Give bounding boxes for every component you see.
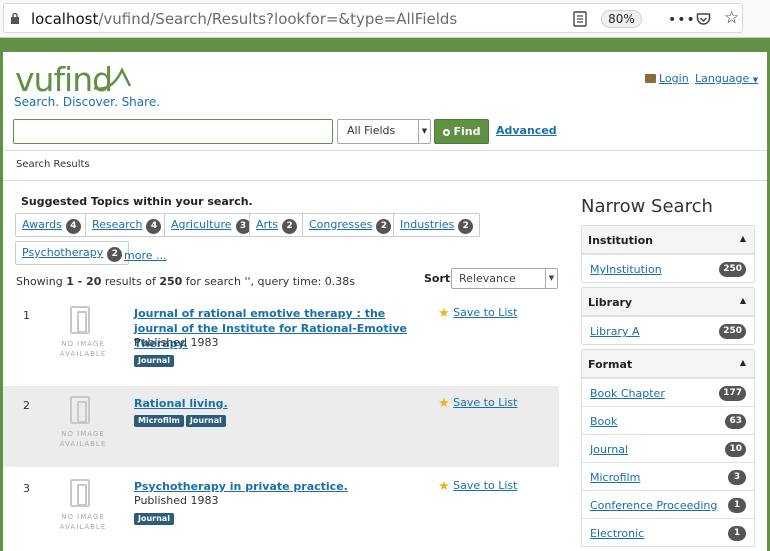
document-icon [70, 479, 90, 507]
sort-select[interactable]: Relevance ▼ [451, 268, 558, 289]
result-title-link[interactable]: Rational living. [134, 396, 414, 411]
result-published: Published 1983 [134, 336, 219, 349]
save-to-list-button[interactable]: ★ Save to List [438, 479, 517, 494]
caret-up-icon: ▲ [739, 358, 746, 367]
facet-item[interactable]: Electronic 1 [582, 518, 754, 546]
caret-up-icon: ▲ [739, 234, 746, 243]
breadcrumb-current: Search Results [16, 159, 90, 170]
result-number: 3 [23, 482, 30, 495]
facet-item[interactable]: Library A 250 [582, 316, 754, 344]
format-tag: Journal [185, 415, 226, 427]
search-type-select[interactable]: All Fields ▼ [337, 119, 431, 144]
address-bar[interactable]: localhost/vufind/Search/Results?lookfor=… [3, 3, 743, 33]
login-icon [645, 74, 656, 83]
format-tags: Journal [134, 511, 176, 525]
caret-up-icon: ▲ [739, 296, 746, 305]
facet-item[interactable]: MyInstitution 250 [582, 254, 754, 282]
reader-view-icon[interactable] [573, 11, 587, 27]
format-tag: Journal [134, 513, 174, 525]
page-info-icon[interactable] [10, 13, 20, 24]
result-number: 2 [23, 399, 30, 412]
facet-item[interactable]: Journal 10 [582, 434, 754, 462]
url-text[interactable]: localhost/vufind/Search/Results?lookfor=… [31, 10, 457, 28]
star-icon: ★ [438, 306, 450, 321]
facet-institution: Institution ▲ MyInstitution 250 [581, 225, 755, 283]
star-icon: ★ [438, 396, 450, 411]
result-title-link[interactable]: Psychotherapy in private practice. [134, 479, 414, 494]
result-row: 3 NO IMAGE AVAILABLE Psychotherapy in pr… [3, 469, 559, 551]
suggested-topics-title: Suggested Topics within your search. [21, 195, 253, 208]
topic-industries[interactable]: Industries 2 [393, 213, 481, 237]
result-row: 1 NO IMAGE AVAILABLE Journal of rational… [3, 296, 559, 384]
topic-awards[interactable]: Awards 4 [15, 213, 88, 237]
format-tag: Journal [134, 355, 174, 367]
chevron-down-icon: ▼ [545, 269, 557, 288]
search-icon [442, 129, 450, 136]
sort-label: Sort [424, 272, 451, 285]
language-dropdown[interactable]: Language ▼ [695, 72, 758, 85]
page-actions-icon[interactable]: ••• [668, 12, 696, 28]
no-image-thumbnail[interactable]: NO IMAGE AVAILABLE [58, 479, 106, 535]
logo-swoosh-icon [93, 67, 132, 90]
breadcrumb: Search Results [3, 150, 767, 181]
facet-item[interactable]: Conference Proceeding 1 [582, 490, 754, 518]
save-to-list-button[interactable]: ★ Save to List [438, 396, 517, 411]
topic-agriculture[interactable]: Agriculture 3 [164, 213, 258, 237]
format-tag: Microfilm [134, 415, 184, 427]
facet-header[interactable]: Institution ▲ [582, 226, 754, 254]
login-link[interactable]: Login [645, 72, 689, 85]
facet-format: Format ▲ Book Chapter 177 Book 63 Journal 10… [581, 349, 755, 547]
facet-header[interactable]: Format ▲ [582, 350, 754, 378]
result-published: Published 1983 [134, 494, 219, 507]
vufind-page: vufind Search. Discover. Share. Login La… [3, 52, 767, 551]
facet-item[interactable]: Book Chapter 177 [582, 378, 754, 406]
no-image-thumbnail[interactable]: NO IMAGE AVAILABLE [58, 396, 106, 452]
facet-header[interactable]: Library ▲ [582, 288, 754, 316]
topic-congresses[interactable]: Congresses 2 [302, 213, 399, 237]
document-icon [70, 396, 90, 424]
tagline: Search. Discover. Share. [14, 95, 161, 109]
facet-item[interactable]: Microfilm 3 [582, 462, 754, 490]
format-tags: Microfilm Journal [134, 413, 228, 427]
chevron-down-icon: ▼ [418, 120, 430, 143]
no-image-thumbnail[interactable]: NO IMAGE AVAILABLE [58, 306, 106, 362]
zoom-level[interactable]: 80% [601, 10, 642, 28]
facet-library: Library ▲ Library A 250 [581, 287, 755, 345]
pocket-icon[interactable] [696, 12, 711, 27]
format-tags: Journal [134, 353, 176, 367]
topic-psychotherapy[interactable]: Psychotherapy 2 [15, 241, 130, 265]
narrow-search-title: Narrow Search [581, 196, 713, 217]
search-input[interactable] [13, 119, 333, 144]
more-topics-link[interactable]: more ... [124, 249, 166, 262]
topic-arts[interactable]: Arts 2 [249, 213, 305, 237]
document-icon [70, 306, 90, 334]
browser-toolbar: localhost/vufind/Search/Results?lookfor=… [0, 0, 770, 38]
save-to-list-button[interactable]: ★ Save to List [438, 306, 517, 321]
result-row: 2 NO IMAGE AVAILABLE Rational living. Mi… [3, 386, 559, 467]
star-icon: ★ [438, 479, 450, 494]
advanced-search-link[interactable]: Advanced [496, 124, 557, 137]
bookmark-star-icon[interactable]: ☆ [724, 10, 739, 27]
facet-item[interactable]: Book 63 [582, 406, 754, 434]
find-button[interactable]: Find [434, 119, 489, 144]
results-summary: Showing 1 - 20 results of 250 for search… [16, 275, 356, 288]
result-number: 1 [23, 309, 30, 322]
topic-research[interactable]: Research 4 [85, 213, 169, 237]
